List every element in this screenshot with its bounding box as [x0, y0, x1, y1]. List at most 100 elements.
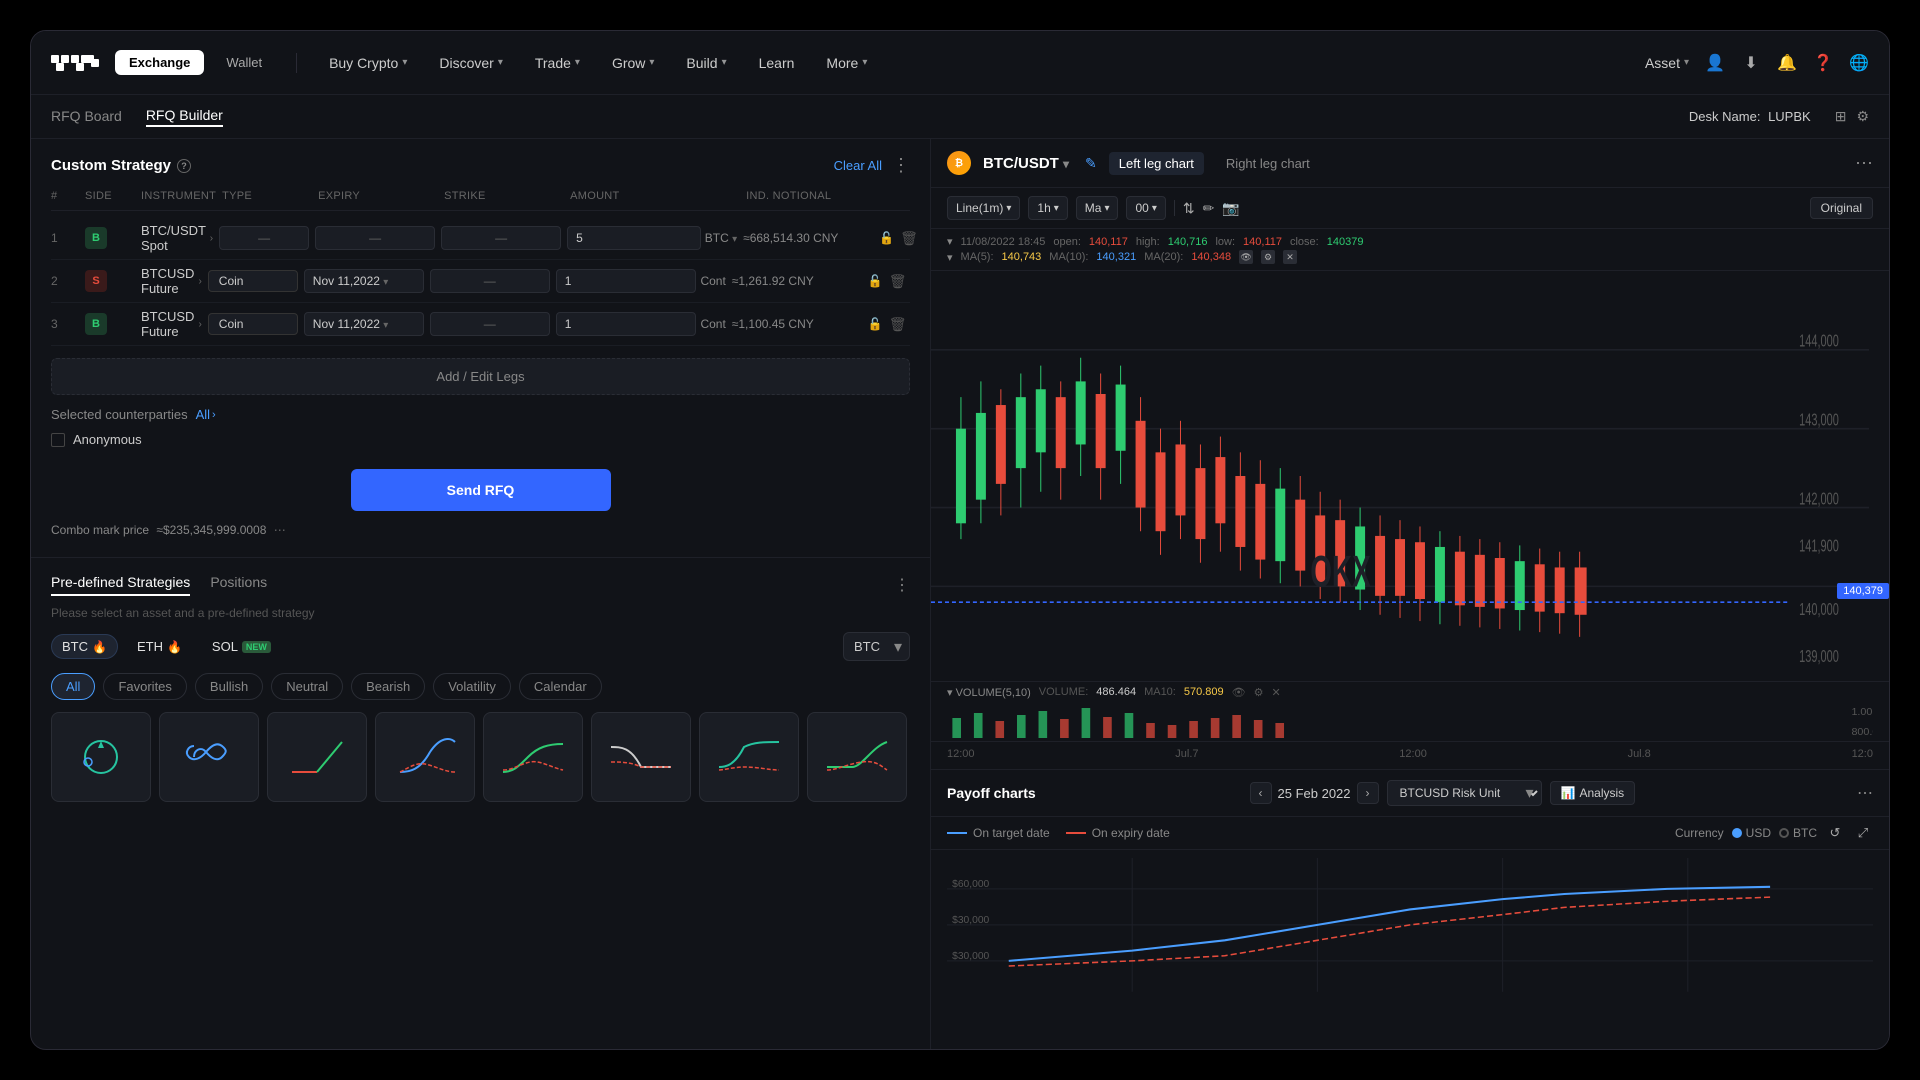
asset-chip-btc[interactable]: BTC 🔥 — [51, 634, 118, 659]
original-button[interactable]: Original — [1810, 197, 1873, 219]
predefined-menu-icon[interactable]: ⋮ — [894, 575, 910, 595]
pair-name[interactable]: BTC/USDT ▾ — [983, 155, 1069, 172]
filter-all[interactable]: All — [51, 673, 95, 700]
strategy-help-icon[interactable]: ? — [177, 159, 191, 173]
row-2-type[interactable]: Coin — [208, 270, 298, 292]
row-1-expiry[interactable]: — — [315, 226, 435, 250]
discover-nav[interactable]: Discover ▾ — [427, 55, 515, 71]
predefined-tab[interactable]: Pre-defined Strategies — [51, 574, 190, 596]
row-2-strike[interactable]: — — [430, 269, 550, 293]
row-3-type[interactable]: Coin — [208, 313, 298, 335]
build-nav[interactable]: Build ▾ — [674, 55, 738, 71]
row-3-amount-input[interactable]: 1 — [556, 312, 697, 336]
row-3-strike[interactable]: — — [430, 312, 550, 336]
row-1-instrument[interactable]: BTC/USDT Spot › — [141, 223, 213, 253]
strategy-card-5[interactable] — [483, 712, 583, 802]
trade-nav[interactable]: Trade ▾ — [523, 55, 592, 71]
payoff-expand-icon[interactable]: ⤢ — [1853, 823, 1873, 843]
cp-all-link[interactable]: All › — [196, 407, 216, 422]
row-3-expiry-input[interactable]: Nov 11,2022 ▾ — [304, 312, 424, 336]
exchange-tab[interactable]: Exchange — [115, 50, 204, 75]
row-2-amount-input[interactable]: 1 — [556, 269, 697, 293]
risk-unit-select[interactable]: BTCUSD Risk Unit — [1387, 780, 1542, 806]
date-prev-button[interactable]: ‹ — [1250, 782, 1272, 804]
row-1-amount-input[interactable]: 5 — [567, 226, 701, 250]
row-1-type[interactable]: — — [219, 226, 309, 250]
row-2-instrument[interactable]: BTCUSD Future › — [141, 266, 202, 296]
strategy-menu-icon[interactable]: ⋮ — [892, 155, 910, 176]
row-3-delete-icon[interactable]: 🗑 — [889, 316, 907, 333]
chart-menu-icon[interactable]: ⋯ — [1855, 153, 1873, 174]
vol-eye-icon[interactable]: 👁 — [1232, 686, 1246, 699]
filter-favorites[interactable]: Favorites — [103, 673, 186, 700]
row-1-lock-icon[interactable]: 🔓 — [879, 231, 894, 245]
filter-bullish[interactable]: Bullish — [195, 673, 263, 700]
strategy-card-3[interactable] — [267, 712, 367, 802]
btc-option[interactable]: BTC — [1779, 826, 1817, 840]
help-icon[interactable]: ❓ — [1813, 53, 1833, 73]
row-3-instrument[interactable]: BTCUSD Future › — [141, 309, 202, 339]
vol-close-icon[interactable]: ✕ — [1271, 686, 1280, 699]
filter-calendar[interactable]: Calendar — [519, 673, 602, 700]
payoff-refresh-icon[interactable]: ↺ — [1825, 823, 1845, 843]
row-1-side-badge[interactable]: B — [85, 227, 107, 249]
filter-volatility[interactable]: Volatility — [433, 673, 511, 700]
asset-chip-sol[interactable]: SOL NEW — [201, 634, 282, 659]
bell-icon[interactable]: 🔔 — [1777, 53, 1797, 73]
send-rfq-button[interactable]: Send RFQ — [351, 469, 611, 511]
row-2-expiry-input[interactable]: Nov 11,2022 ▾ — [304, 269, 424, 293]
ma-settings-icon[interactable]: ⚙ — [1261, 250, 1275, 264]
row-3-lock-icon[interactable]: 🔓 — [868, 317, 883, 331]
learn-nav[interactable]: Learn — [747, 55, 807, 71]
left-leg-chart-tab[interactable]: Left leg chart — [1109, 152, 1204, 175]
clear-all-button[interactable]: Clear All — [834, 158, 882, 173]
strategy-card-4[interactable] — [375, 712, 475, 802]
row-2-delete-icon[interactable]: 🗑 — [889, 273, 907, 290]
date-next-button[interactable]: › — [1357, 782, 1379, 804]
strategy-card-8[interactable] — [807, 712, 907, 802]
strategy-card-6[interactable] — [591, 712, 691, 802]
compare-icon[interactable]: ⇅ — [1183, 200, 1195, 217]
candlestick-chart[interactable]: 144,000 143,000 142,000 141,900 140,000 … — [931, 271, 1889, 681]
ma-eye-icon[interactable]: 👁 — [1239, 250, 1253, 264]
vol-settings-icon[interactable]: ⚙ — [1254, 686, 1264, 699]
more-nav[interactable]: More ▾ — [814, 55, 879, 71]
globe-icon[interactable]: 🌐 — [1849, 53, 1869, 73]
row-2-side-badge[interactable]: S — [85, 270, 107, 292]
ma-close-icon[interactable]: ✕ — [1283, 250, 1297, 264]
buy-crypto-nav[interactable]: Buy Crypto ▾ — [317, 55, 419, 71]
indicator-selector[interactable]: Ma ▾ — [1076, 196, 1119, 220]
candle-type-selector[interactable]: 00 ▾ — [1126, 196, 1165, 220]
okx-logo[interactable] — [51, 51, 99, 75]
strategy-card-1[interactable] — [51, 712, 151, 802]
timeframe-selector[interactable]: Line(1m) ▾ — [947, 196, 1020, 220]
positions-tab[interactable]: Positions — [210, 574, 267, 596]
filter-neutral[interactable]: Neutral — [271, 673, 343, 700]
asset-button[interactable]: Asset ▾ — [1645, 55, 1689, 71]
right-leg-chart-tab[interactable]: Right leg chart — [1216, 152, 1320, 175]
row-1-strike[interactable]: — — [441, 226, 561, 250]
draw-icon[interactable]: ✏ — [1203, 200, 1215, 217]
strategy-card-7[interactable] — [699, 712, 799, 802]
download-icon[interactable]: ⬇ — [1741, 53, 1761, 73]
asset-dropdown[interactable]: BTC ETH SOL — [843, 632, 910, 661]
row-3-side-badge[interactable]: B — [85, 313, 107, 335]
rfq-board-tab[interactable]: RFQ Board — [51, 108, 122, 126]
settings-icon[interactable]: ⚙ — [1856, 108, 1869, 125]
payoff-menu-icon[interactable]: ⋯ — [1857, 783, 1873, 803]
screenshot-icon[interactable]: 📷 — [1222, 200, 1239, 217]
combo-mark-expand-icon[interactable]: ⋯ — [274, 523, 286, 537]
rfq-builder-tab[interactable]: RFQ Builder — [146, 107, 223, 127]
strategy-card-2[interactable] — [159, 712, 259, 802]
row-1-delete-icon[interactable]: 🗑 — [900, 230, 918, 247]
grow-nav[interactable]: Grow ▾ — [600, 55, 666, 71]
row-2-lock-icon[interactable]: 🔓 — [868, 274, 883, 288]
interval-selector[interactable]: 1h ▾ — [1028, 196, 1067, 220]
filter-bearish[interactable]: Bearish — [351, 673, 425, 700]
anonymous-checkbox[interactable] — [51, 433, 65, 447]
profile-icon[interactable]: 👤 — [1705, 53, 1725, 73]
pair-edit-icon[interactable]: ✎ — [1085, 155, 1097, 172]
analysis-button[interactable]: 📊 Analysis — [1550, 781, 1636, 805]
add-legs-button[interactable]: Add / Edit Legs — [51, 358, 910, 395]
grid-icon[interactable]: ⊞ — [1835, 108, 1847, 125]
